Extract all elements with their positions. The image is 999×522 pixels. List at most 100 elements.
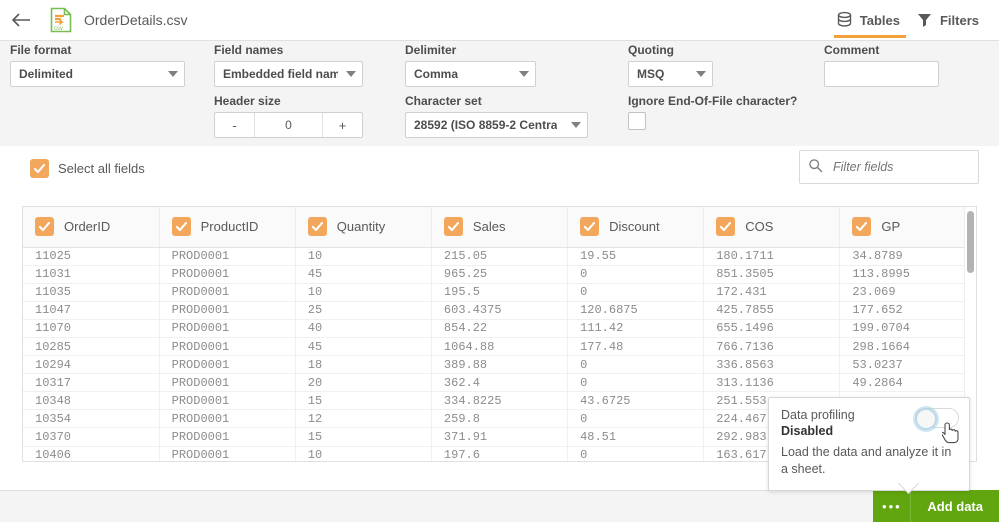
delimiter-select[interactable]: Comma (405, 61, 536, 87)
checkbox-checked-icon[interactable] (35, 217, 54, 237)
column-header-label: OrderID (64, 219, 111, 235)
checkbox-checked-icon[interactable] (852, 217, 872, 237)
table-cell-productid: PROD0001 (159, 373, 296, 393)
data-profiling-toggle[interactable] (915, 408, 959, 430)
field-delimiter: Delimiter Comma (405, 43, 536, 87)
table-header: OrderID ProductID Quantity Sales Discoun… (23, 207, 976, 248)
table-cell-sales: 259.8 (431, 409, 569, 429)
table-row: 10285 PROD0001 45 1064.88 177.48 766.7136 298.… (23, 337, 976, 357)
table-cell-quantity: 45 (295, 265, 432, 284)
column-header-gp[interactable]: GP (839, 207, 976, 248)
checkbox-checked-icon[interactable] (307, 217, 327, 237)
column-header-cos[interactable]: COS (703, 207, 841, 248)
table-cell-cos: 851.3505 (703, 265, 841, 284)
field-names-label: Field names (214, 43, 284, 57)
database-icon (836, 11, 853, 31)
comment-input[interactable] (824, 61, 939, 87)
checkbox-checked-icon[interactable] (171, 217, 191, 237)
data-profiling-popup: Data profiling Disabled Load the data an… (768, 397, 970, 491)
table-row: 11035 PROD0001 10 195.5 0 172.431 23.069 (23, 283, 976, 302)
add-data-more-button[interactable]: ••• (873, 490, 912, 522)
character-set-label: Character set (405, 94, 482, 108)
table-cell-orderid: 11047 (23, 301, 160, 320)
table-cell-cos: 766.7136 (703, 337, 841, 357)
table-cell-productid: PROD0001 (159, 427, 296, 447)
field-quoting: Quoting MSQ (628, 43, 713, 87)
comment-label: Comment (824, 43, 880, 57)
back-button[interactable] (0, 0, 42, 40)
select-all-fields-label: Select all fields (58, 161, 145, 176)
tab-filters-label: Filters (939, 13, 979, 28)
file-format-value: Delimited (19, 67, 74, 81)
table-cell-discount: 0 (567, 373, 705, 393)
filter-fields-box[interactable] (799, 150, 979, 184)
table-cell-orderid: 10294 (23, 355, 160, 375)
table-cell-orderid: 11031 (23, 265, 160, 284)
column-header-quantity[interactable]: Quantity (295, 207, 432, 248)
header-size-stepper[interactable]: - 0 + (214, 112, 363, 138)
quoting-select[interactable]: MSQ (628, 61, 713, 87)
table-cell-orderid: 10406 (23, 446, 160, 461)
quoting-value: MSQ (637, 67, 665, 81)
column-header-label: ProductID (200, 219, 259, 235)
file-format-select[interactable]: Delimited (10, 61, 185, 87)
table-cell-sales: 362.4 (431, 373, 569, 393)
column-header-sales[interactable]: Sales (431, 207, 569, 248)
select-all-fields[interactable]: Select all fields (30, 159, 145, 178)
table-cell-quantity: 10 (295, 283, 432, 302)
ignore-eof-checkbox[interactable] (628, 112, 646, 130)
field-header-size: Header size - 0 + (214, 94, 363, 138)
table-row: 11070 PROD0001 40 854.22 111.42 655.1496 199.0… (23, 319, 976, 338)
table-cell-productid: PROD0001 (159, 446, 296, 461)
table-cell-productid: PROD0001 (159, 391, 296, 411)
add-data-button-group[interactable]: ••• Add data (873, 490, 999, 522)
checkbox-checked-icon[interactable] (716, 217, 736, 237)
field-comment: Comment (824, 43, 939, 87)
table-cell-sales: 389.88 (431, 355, 569, 375)
table-cell-discount: 120.6875 (567, 301, 705, 320)
file-format-label: File format (10, 43, 72, 57)
table-cell-productid: PROD0001 (159, 337, 296, 357)
table-cell-discount: 43.6725 (567, 391, 705, 411)
header-size-value[interactable]: 0 (255, 113, 322, 137)
settings-panel: File format Delimited Field names Embedd… (0, 41, 999, 146)
table-cell-quantity: 45 (295, 337, 432, 357)
tab-tables[interactable]: Tables (830, 0, 910, 41)
table-header-row: OrderID ProductID Quantity Sales Discoun… (23, 207, 976, 248)
table-row: 11025 PROD0001 10 215.05 19.55 180.1711 34.878… (23, 247, 976, 266)
add-data-button[interactable]: Add data (911, 490, 999, 522)
file-name-title: OrderDetails.csv (84, 12, 188, 28)
table-cell-quantity: 15 (295, 427, 432, 447)
table-cell-quantity: 12 (295, 409, 432, 429)
fields-bar: Select all fields (0, 146, 999, 192)
table-cell-discount: 0 (567, 355, 705, 375)
filter-fields-input[interactable] (831, 159, 970, 175)
svg-text:csv: csv (54, 26, 63, 32)
character-set-select[interactable]: 28592 (ISO 8859-2 Centra (405, 112, 588, 138)
table-cell-gp: 49.2864 (839, 373, 976, 393)
table-cell-gp: 298.1664 (839, 337, 976, 357)
table-cell-quantity: 20 (295, 373, 432, 393)
checkbox-checked-icon[interactable] (443, 217, 463, 237)
tab-filters[interactable]: Filters (910, 0, 989, 41)
table-cell-sales: 603.4375 (431, 301, 569, 320)
header-size-increment[interactable]: + (322, 113, 362, 137)
checkbox-checked-icon[interactable] (580, 217, 600, 237)
table-cell-sales: 215.05 (431, 247, 569, 266)
column-header-orderid[interactable]: OrderID (23, 207, 160, 248)
column-header-discount[interactable]: Discount (567, 207, 705, 248)
field-ignore-eof: Ignore End-Of-File character? (628, 94, 828, 130)
table-cell-productid: PROD0001 (159, 265, 296, 284)
delimiter-label: Delimiter (405, 43, 457, 57)
table-cell-orderid: 10370 (23, 427, 160, 447)
vertical-scrollbar-thumb[interactable] (967, 211, 974, 273)
table-cell-quantity: 25 (295, 301, 432, 320)
column-header-productid[interactable]: ProductID (159, 207, 296, 248)
table-cell-orderid: 10317 (23, 373, 160, 393)
table-cell-quantity: 40 (295, 319, 432, 338)
field-names-select[interactable]: Embedded field name (214, 61, 363, 87)
column-header-label: COS (745, 219, 774, 235)
header-size-decrement[interactable]: - (215, 113, 255, 137)
table-cell-gp: 199.0704 (839, 319, 976, 338)
toggle-knob[interactable] (915, 408, 937, 430)
